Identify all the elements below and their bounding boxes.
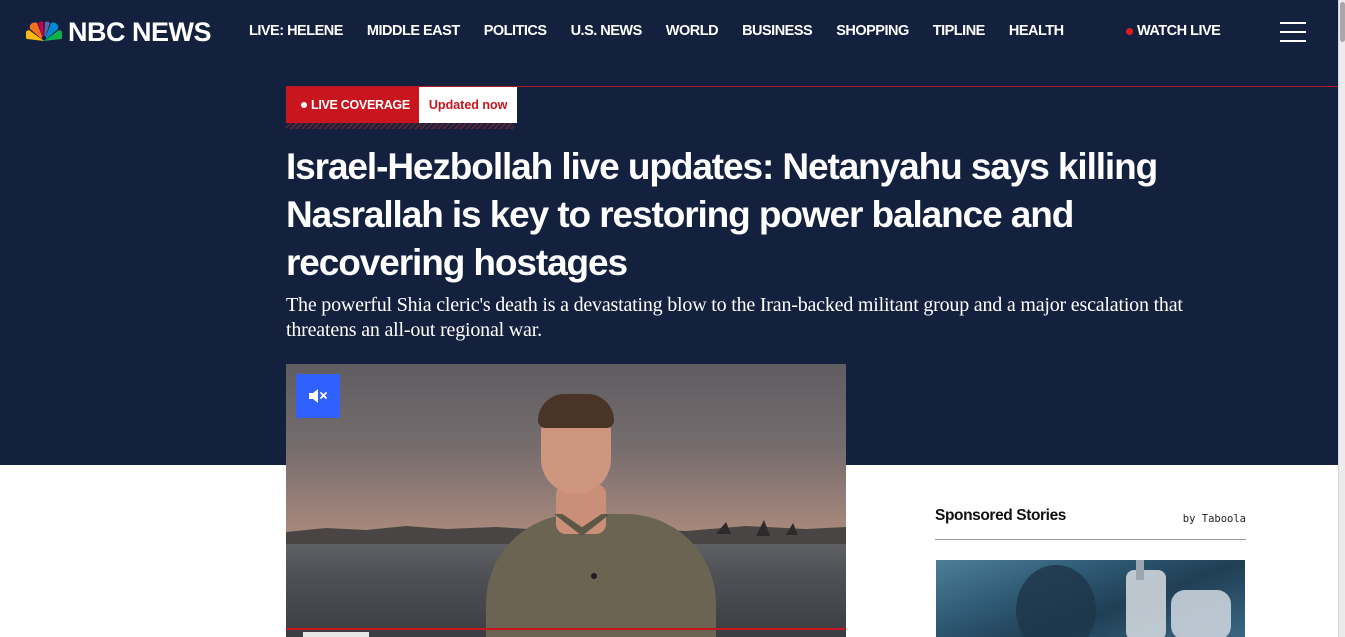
nav-item-politics[interactable]: POLITICS bbox=[484, 23, 547, 39]
article-headline: Israel-Hezbollah live updates: Netanyahu… bbox=[286, 146, 1158, 283]
main-nav: LIVE: HELENE MIDDLE EAST POLITICS U.S. N… bbox=[249, 23, 1064, 39]
video-progress-track[interactable] bbox=[286, 628, 846, 630]
site-header: NBC NEWS LIVE: HELENE MIDDLE EAST POLITI… bbox=[0, 0, 1338, 64]
nav-item-world[interactable]: WORLD bbox=[666, 23, 719, 39]
live-dot-icon bbox=[301, 102, 307, 108]
sponsored-stories-header: Sponsored Stories by Taboola bbox=[935, 507, 1246, 525]
peacock-icon bbox=[26, 21, 62, 41]
updated-label: Updated now bbox=[418, 87, 518, 123]
nav-item-middle-east[interactable]: MIDDLE EAST bbox=[367, 23, 460, 39]
live-dot-icon bbox=[1126, 27, 1133, 35]
video-subject-hair bbox=[538, 394, 614, 428]
lapel-mic bbox=[591, 573, 597, 579]
muted-speaker-icon bbox=[309, 389, 327, 403]
brand-name: NBC NEWS bbox=[68, 16, 212, 47]
mute-button[interactable] bbox=[296, 374, 340, 418]
video-caption-bar bbox=[303, 632, 369, 637]
video-player[interactable] bbox=[286, 364, 846, 637]
nav-item-health[interactable]: HEALTH bbox=[1009, 23, 1064, 39]
taboola-attribution[interactable]: by Taboola bbox=[1183, 513, 1246, 525]
nav-item-live-helene[interactable]: LIVE: HELENE bbox=[249, 23, 343, 39]
article-dek: The powerful Shia cleric's death is a de… bbox=[286, 294, 1183, 341]
nav-item-shopping[interactable]: SHOPPING bbox=[836, 23, 909, 39]
sponsored-stories-title: Sponsored Stories bbox=[935, 507, 1067, 524]
nav-item-business[interactable]: BUSINESS bbox=[742, 23, 813, 39]
watch-live-label: WATCH LIVE bbox=[1137, 23, 1221, 39]
hamburger-menu-icon[interactable] bbox=[1280, 21, 1306, 43]
sponsored-story-image[interactable] bbox=[936, 560, 1245, 637]
page-scrollbar[interactable] bbox=[1338, 0, 1345, 637]
live-coverage-badge: LIVE COVERAGE Updated now bbox=[286, 87, 518, 123]
watch-live-link[interactable]: WATCH LIVE bbox=[1126, 23, 1221, 39]
nbc-news-logo[interactable]: NBC NEWS bbox=[26, 16, 212, 47]
sponsored-image-content bbox=[1016, 560, 1231, 637]
nav-item-tipline[interactable]: TIPLINE bbox=[933, 23, 986, 39]
nav-item-us-news[interactable]: U.S. NEWS bbox=[571, 23, 643, 39]
scrollbar-thumb[interactable] bbox=[1340, 2, 1345, 42]
live-coverage-label-box: LIVE COVERAGE bbox=[286, 87, 419, 123]
live-coverage-label: LIVE COVERAGE bbox=[311, 98, 410, 112]
sponsored-divider bbox=[935, 539, 1246, 540]
